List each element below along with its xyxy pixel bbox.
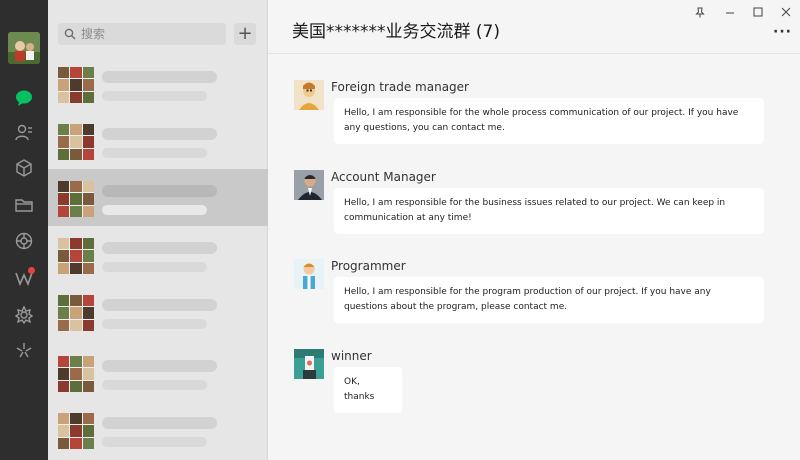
- conversation-preview-placeholder: [102, 262, 207, 272]
- minimize-icon[interactable]: [720, 4, 740, 20]
- search-input[interactable]: [81, 27, 221, 41]
- chat-header: 美国*******业务交流群 (7) ···: [268, 0, 800, 54]
- message-bubble[interactable]: OK, thanks: [334, 367, 402, 413]
- conversation-name-placeholder: [102, 128, 217, 140]
- message-item: winner OK, thanks: [294, 349, 784, 413]
- group-avatar: [58, 413, 94, 449]
- conversation-item[interactable]: [48, 169, 268, 226]
- conversation-name-placeholder: [102, 417, 217, 429]
- maximize-icon[interactable]: [748, 4, 768, 20]
- folder-icon[interactable]: [12, 193, 36, 217]
- message-item: Programmer Hello, I am responsible for t…: [294, 259, 784, 331]
- conversation-preview-placeholder: [102, 205, 207, 215]
- contacts-icon[interactable]: [12, 121, 36, 145]
- sender-name: winner: [331, 349, 372, 363]
- conversation-item[interactable]: [48, 112, 268, 169]
- conversation-preview-placeholder: [102, 437, 207, 447]
- conversation-preview-placeholder: [102, 148, 207, 158]
- mini-programs-icon[interactable]: [12, 303, 36, 327]
- conversation-item[interactable]: [48, 344, 268, 401]
- chat-panel: 美国*******业务交流群 (7) ··· Foreign trade man…: [268, 0, 800, 460]
- favorites-icon[interactable]: [12, 156, 36, 180]
- conversation-name-placeholder: [102, 71, 217, 83]
- message-bubble[interactable]: Hello, I am responsible for the business…: [334, 188, 764, 234]
- search-miniapp-icon[interactable]: [12, 338, 36, 362]
- group-avatar: [58, 181, 94, 217]
- sender-avatar[interactable]: [294, 349, 324, 379]
- notification-dot: [28, 267, 35, 274]
- conversation-name-placeholder: [102, 299, 217, 311]
- group-avatar: [58, 356, 94, 392]
- sender-name: Programmer: [331, 259, 406, 273]
- pin-icon[interactable]: [690, 4, 710, 20]
- group-avatar: [58, 124, 94, 160]
- conversation-name-placeholder: [102, 360, 217, 372]
- group-avatar: [58, 295, 94, 331]
- search-box[interactable]: [58, 23, 226, 45]
- message-item: Account Manager Hello, I am responsible …: [294, 170, 784, 242]
- conversation-preview-placeholder: [102, 91, 207, 101]
- channels-icon[interactable]: [12, 266, 36, 290]
- group-avatar: [58, 238, 94, 274]
- add-button[interactable]: +: [234, 23, 256, 45]
- conversation-item[interactable]: [48, 401, 268, 458]
- sender-avatar[interactable]: [294, 80, 324, 110]
- nav-rail: [0, 0, 48, 460]
- conversation-name-placeholder: [102, 185, 217, 197]
- group-avatar: [58, 67, 94, 103]
- conversation-item[interactable]: [48, 55, 268, 112]
- close-icon[interactable]: [776, 4, 796, 20]
- message-bubble[interactable]: Hello, I am responsible for the whole pr…: [334, 98, 764, 144]
- sender-name: Account Manager: [331, 170, 436, 184]
- conversation-preview-placeholder: [102, 380, 207, 390]
- chat-title: 美国*******业务交流群 (7): [292, 22, 500, 42]
- search-icon: [64, 28, 76, 40]
- conversation-item[interactable]: [48, 226, 268, 283]
- conversation-name-placeholder: [102, 242, 217, 254]
- message-item: Foreign trade manager Hello, I am respon…: [294, 80, 784, 152]
- sender-avatar[interactable]: [294, 170, 324, 200]
- chat-icon[interactable]: [12, 86, 36, 110]
- message-bubble[interactable]: Hello, I am responsible for the program …: [334, 277, 764, 323]
- conversation-preview-placeholder: [102, 319, 207, 329]
- user-avatar[interactable]: [8, 32, 40, 64]
- conversation-item[interactable]: [48, 283, 268, 340]
- conversation-list: +: [48, 0, 268, 460]
- sender-name: Foreign trade manager: [331, 80, 469, 94]
- moments-icon[interactable]: [12, 229, 36, 253]
- more-options-button[interactable]: ···: [773, 24, 792, 40]
- sender-avatar[interactable]: [294, 259, 324, 289]
